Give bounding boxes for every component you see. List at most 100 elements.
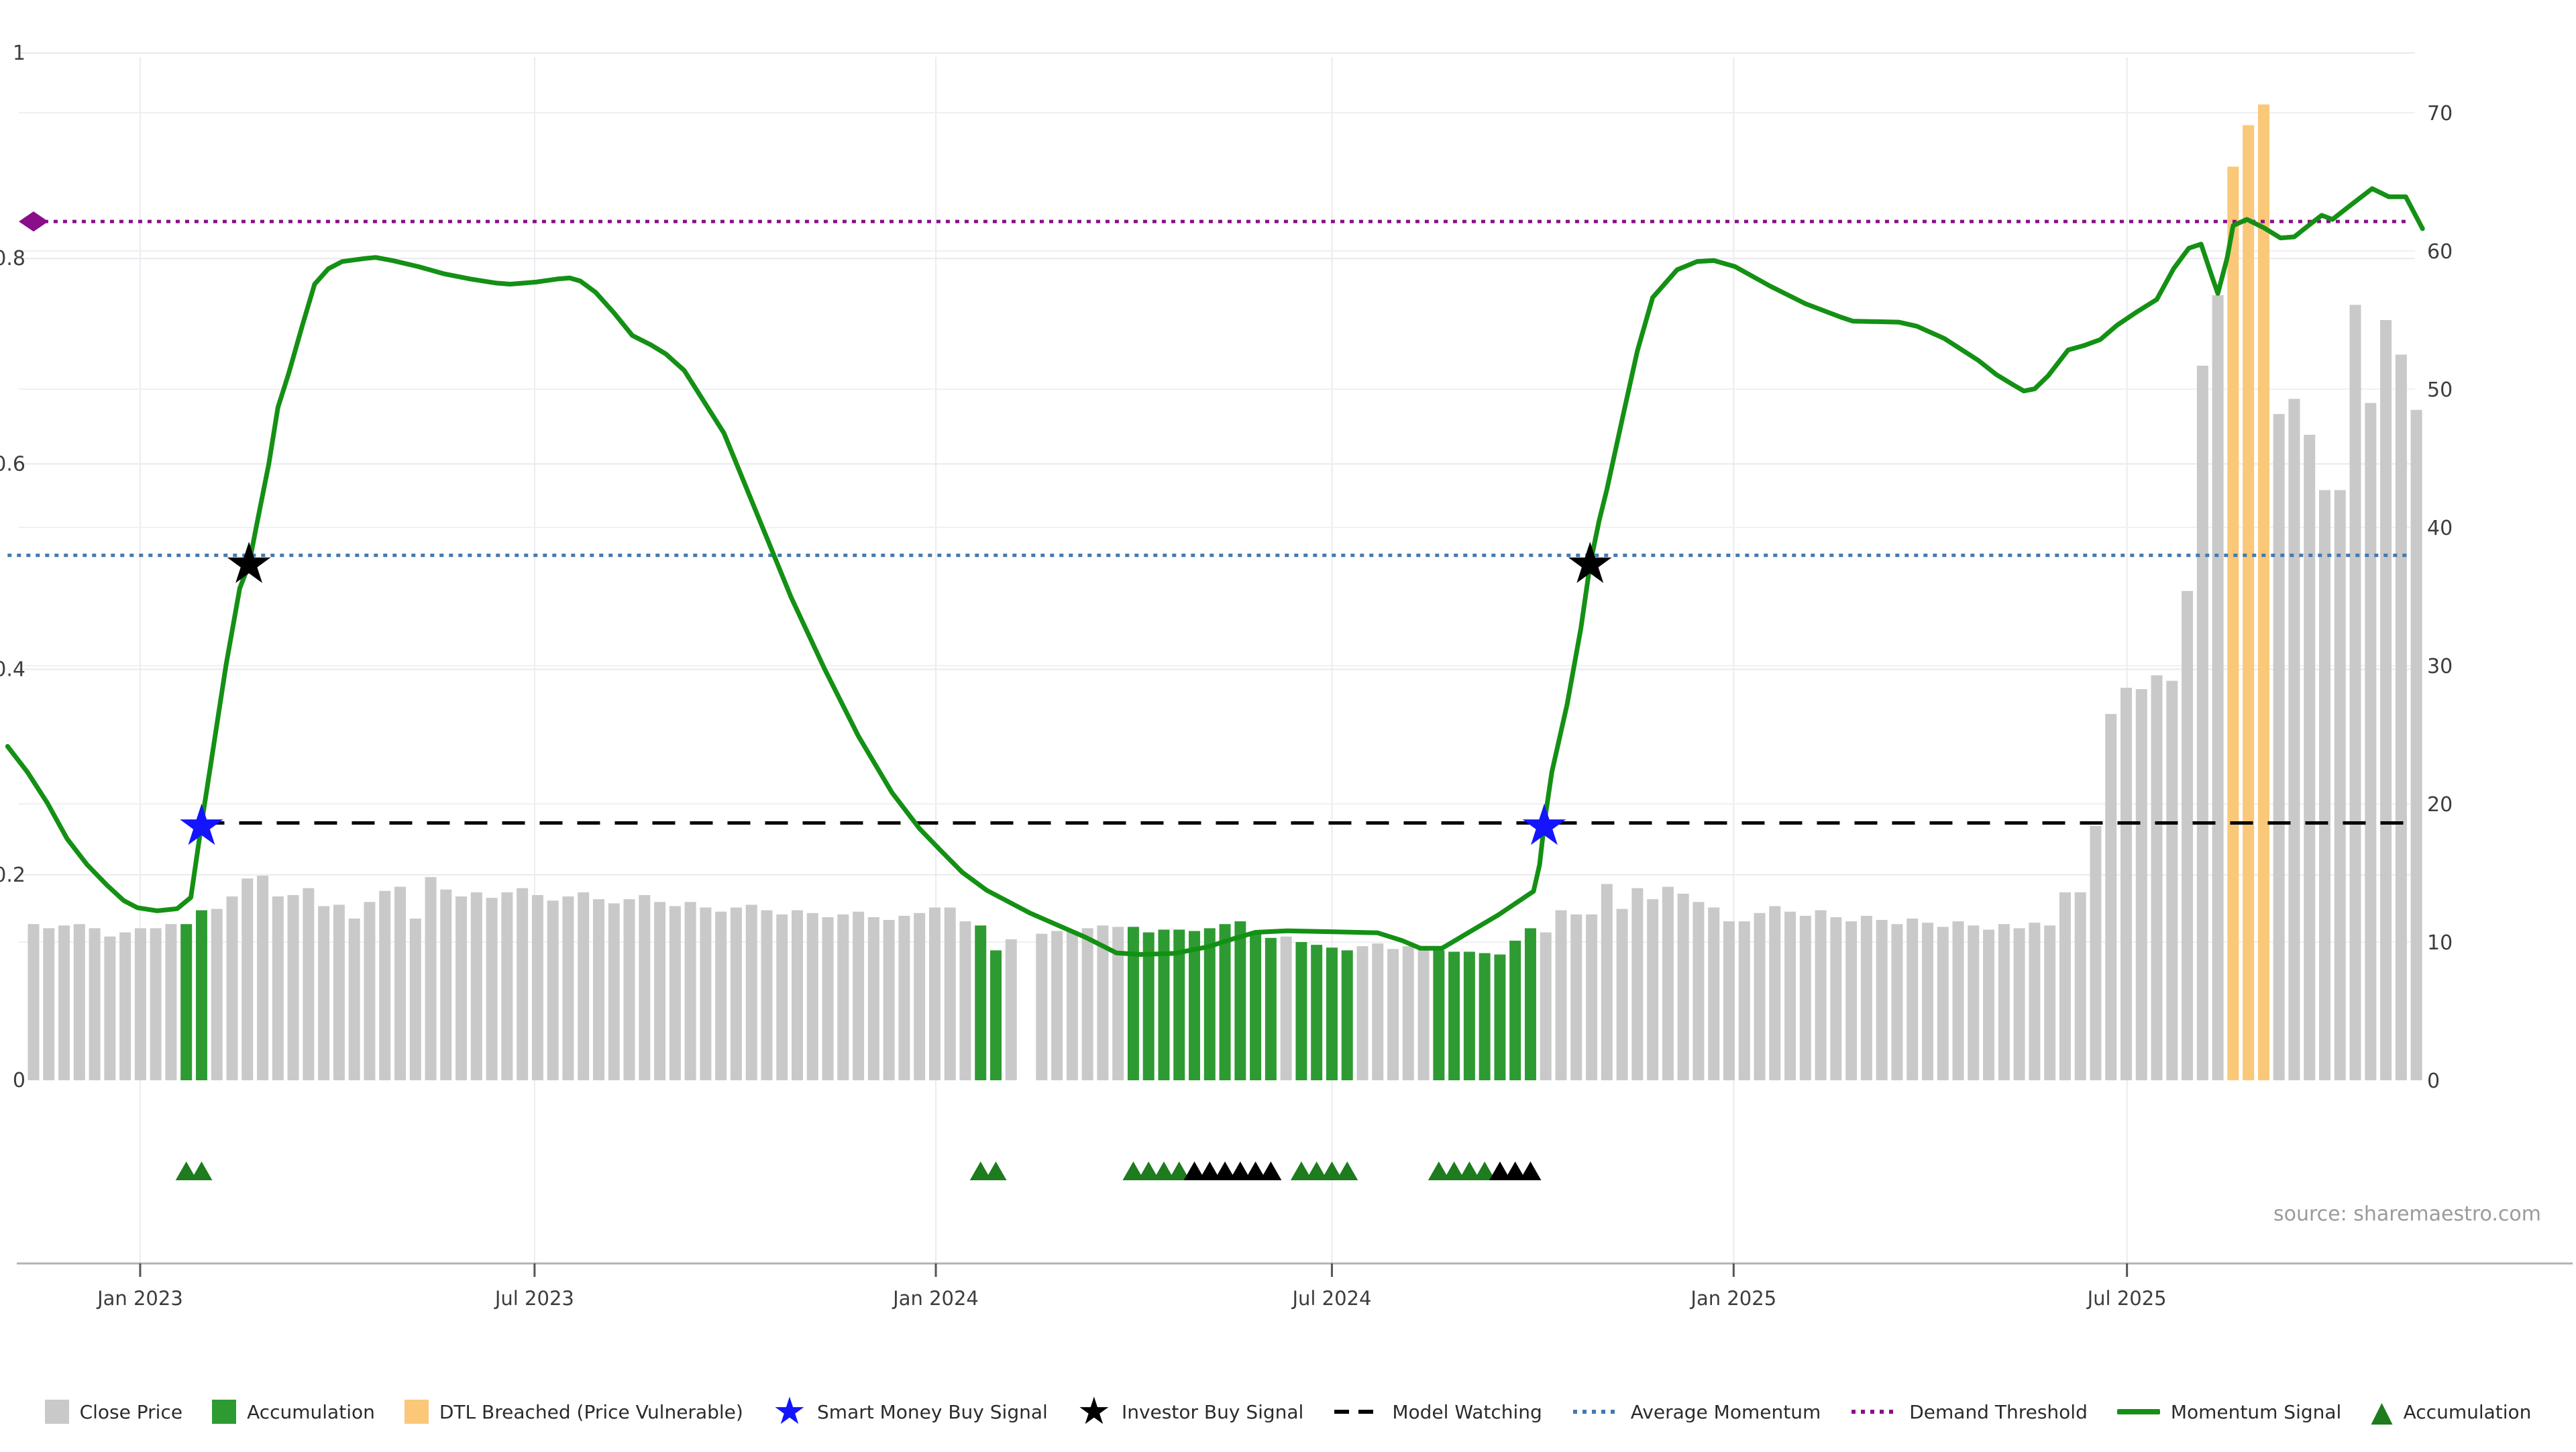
close-price-bar (1830, 917, 1841, 1080)
right-tick-label: 60 (2427, 240, 2453, 264)
close-price-bar (150, 928, 162, 1080)
close-price-bar (822, 917, 834, 1080)
legend-item-smart-money: ★ Smart Money Buy Signal (773, 1400, 1048, 1424)
accumulation-bar (1525, 928, 1536, 1080)
close-price-bar (1570, 915, 1582, 1080)
close-price-bar (135, 928, 146, 1080)
close-price-bar (410, 919, 421, 1080)
close-price-bar (349, 919, 360, 1080)
source-attribution: source: sharemaestro.com (2273, 1202, 2541, 1226)
close-price-bar (288, 895, 299, 1080)
momentum-signal-line (7, 189, 2422, 954)
legend-item-accumulation-triangle: ▲ Accumulation (2371, 1400, 2531, 1424)
close-price-bar (1356, 946, 1368, 1080)
close-price-bar (1693, 902, 1704, 1080)
accumulation-triangle-row (176, 1161, 1542, 1180)
accumulation-bar (975, 925, 986, 1080)
close-price-bar (2396, 355, 2407, 1081)
close-price-bar (2014, 928, 2025, 1080)
dashed-line-icon (1333, 1408, 1381, 1415)
investor-buy-star-icon (227, 541, 271, 583)
left-tick-label: 1 (13, 42, 25, 65)
close-price-bar (211, 909, 223, 1080)
close-price-bar (1998, 924, 2010, 1080)
accumulation-bar (1509, 941, 1521, 1080)
accumulation-bar (1342, 950, 1353, 1080)
close-price-bar (898, 916, 910, 1080)
close-price-bar (119, 933, 131, 1080)
close-price-bar (853, 912, 864, 1080)
purple-dotted-line-icon (1850, 1408, 1898, 1415)
close-price-bar (1708, 908, 1719, 1081)
close-price-bar (685, 902, 696, 1080)
close-price-bar (914, 913, 925, 1080)
demand-threshold-diamond-icon (19, 211, 48, 231)
close-price-bar (2166, 681, 2178, 1080)
x-tick-label: Jul 2023 (494, 1287, 574, 1310)
x-tick-label: Jan 2025 (1689, 1287, 1776, 1310)
accumulation-bar (1448, 951, 1460, 1080)
accumulation-triangle-green-icon (985, 1161, 1007, 1180)
accumulation-bar (1494, 955, 1505, 1080)
close-price-bar (104, 937, 115, 1080)
close-price-bar (165, 924, 176, 1080)
legend-item-momentum-signal: Momentum Signal (2117, 1401, 2341, 1423)
close-price-bar (761, 911, 772, 1080)
close-price-bar (776, 915, 788, 1080)
horizontal-gridlines (19, 53, 2415, 942)
close-price-bar (883, 920, 895, 1080)
accumulation-bar (1433, 950, 1444, 1080)
close-price-bar (715, 912, 727, 1080)
close-price-bar (2075, 892, 2086, 1080)
close-price-bar (1678, 894, 1689, 1080)
close-price-bar (837, 915, 849, 1080)
chart-legend: Close Price Accumulation DTL Breached (P… (0, 1400, 2576, 1424)
legend-label: Close Price (80, 1401, 182, 1423)
close-price-bar (959, 921, 971, 1080)
close-price-bar (578, 892, 589, 1080)
close-price-bar (945, 908, 956, 1081)
left-tick-label: 0.6 (0, 452, 25, 476)
close-price-bar (593, 899, 604, 1080)
close-price-bar (364, 902, 375, 1080)
close-price-bar (455, 896, 467, 1080)
accumulation-bar (1189, 931, 1200, 1080)
accumulation-bar (990, 950, 1002, 1080)
close-price-bar (562, 896, 574, 1080)
close-price-bar (2334, 490, 2346, 1080)
legend-label: Average Momentum (1631, 1401, 1821, 1423)
accumulation-bar (1265, 938, 1277, 1080)
close-price-bar (379, 891, 390, 1080)
close-price-bar (425, 877, 437, 1080)
dtl-breached-bar (2227, 166, 2239, 1080)
close-price-bar (471, 892, 482, 1080)
legend-label: Investor Buy Signal (1122, 1401, 1303, 1423)
close-price-bar (2121, 688, 2132, 1080)
close-price-bar (58, 925, 70, 1080)
right-tick-label: 50 (2427, 378, 2453, 402)
left-tick-label: 0.4 (0, 658, 25, 682)
legend-item-investor-buy: ★ Investor Buy Signal (1077, 1400, 1304, 1424)
accumulation-bar (1464, 951, 1475, 1080)
dtl-breached-bar (2258, 105, 2269, 1080)
close-price-bar (2059, 892, 2071, 1080)
legend-item-close-price: Close Price (45, 1400, 182, 1424)
blue-dotted-line-icon (1572, 1408, 1620, 1415)
close-price-bar (2090, 826, 2101, 1080)
close-price-bar (2304, 435, 2315, 1080)
close-price-bar (929, 908, 941, 1081)
close-price-bar (1372, 943, 1383, 1080)
close-price-bar (1281, 937, 1292, 1080)
close-price-bar (303, 888, 314, 1080)
close-price-bar (318, 906, 329, 1080)
close-price-bar (639, 895, 650, 1080)
close-price-bar (2411, 410, 2422, 1080)
close-price-bar (257, 876, 268, 1080)
reference-lines (7, 221, 2408, 823)
right-axis-labels: 010203040506070 (2427, 102, 2453, 1093)
close-price-bar (43, 928, 54, 1080)
close-price-bar (2273, 414, 2285, 1080)
left-tick-label: 0.8 (0, 247, 25, 270)
black-star-icon: ★ (1077, 1400, 1111, 1424)
close-price-bar (1784, 912, 1796, 1080)
